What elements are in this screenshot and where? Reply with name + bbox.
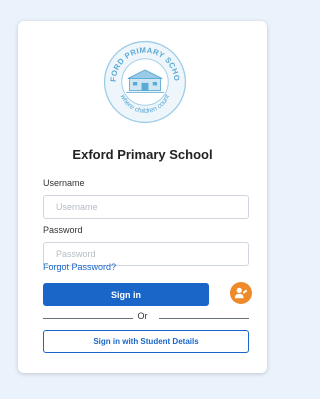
divider-right xyxy=(159,318,249,319)
sign-in-label: Sign in xyxy=(111,289,141,300)
school-name: Exford Primary School xyxy=(72,147,213,162)
alternate-sign-in-button[interactable] xyxy=(230,282,252,304)
password-label: Password xyxy=(43,225,83,235)
username-label: Username xyxy=(43,178,85,188)
forgot-password-link[interactable]: Forgot Password? xyxy=(43,262,116,272)
username-input[interactable] xyxy=(43,195,249,219)
student-sign-in-label: Sign in with Student Details xyxy=(93,337,199,346)
or-divider-text: Or xyxy=(137,311,148,321)
student-sign-in-button[interactable]: Sign in with Student Details xyxy=(43,330,249,353)
sign-in-button[interactable]: Sign in xyxy=(43,283,209,306)
person-icon xyxy=(234,287,248,299)
login-card: EXFORD PRIMARY SCHOOL where children cou… xyxy=(18,21,267,373)
school-logo: EXFORD PRIMARY SCHOOL where children cou… xyxy=(102,39,187,124)
